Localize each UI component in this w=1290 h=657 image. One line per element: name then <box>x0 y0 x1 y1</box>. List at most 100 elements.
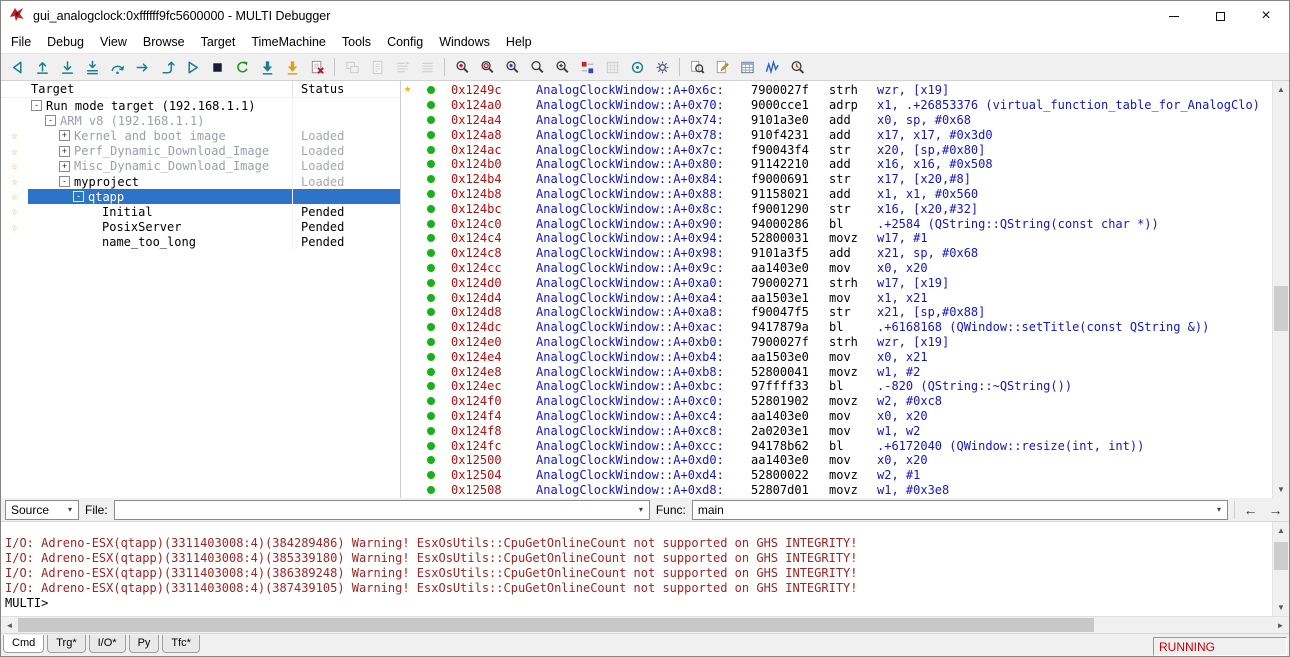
tree-node[interactable]: + Kernel and boot image <box>28 128 292 143</box>
timemachine-search-icon[interactable] <box>785 56 809 79</box>
breakpoint-gutter[interactable] <box>411 456 451 464</box>
instruction-dot-icon[interactable] <box>427 101 435 109</box>
disassembly-row[interactable]: 0x124bc AnalogClockWindow::A+0x8c: f9001… <box>411 201 1272 216</box>
breakpoint-gutter[interactable] <box>411 382 451 390</box>
breakpoint-gutter[interactable] <box>411 249 451 257</box>
breakpoints-icon[interactable] <box>575 56 599 79</box>
view-calls-icon[interactable] <box>500 56 524 79</box>
target-tree-row[interactable]: ☆ + Kernel and boot image Loaded <box>1 128 400 143</box>
target-column-header[interactable]: Target <box>28 82 292 96</box>
scroll-up-icon[interactable]: ▲ <box>1273 522 1289 539</box>
breakpoint-gutter[interactable] <box>411 279 451 287</box>
editor-icon[interactable] <box>365 56 389 79</box>
disassembly-scrollbar[interactable]: ▲ ▼ <box>1272 81 1289 498</box>
menu-item[interactable]: Help <box>498 33 540 51</box>
source-mode-select[interactable]: Source ▾ <box>5 500 79 520</box>
disassembly-row[interactable]: 0x124c0 AnalogClockWindow::A+0x90: 94000… <box>411 216 1272 231</box>
instruction-dot-icon[interactable] <box>427 353 435 361</box>
signal-trace-icon[interactable] <box>760 56 784 79</box>
target-tree-row[interactable]: ☆ - qtapp <box>1 189 400 204</box>
instruction-dot-icon[interactable] <box>427 323 435 331</box>
breakpoint-gutter[interactable] <box>411 175 451 183</box>
console-tab[interactable]: Py <box>129 635 160 653</box>
console-tab[interactable]: Cmd <box>3 635 44 653</box>
instruction-dot-icon[interactable] <box>427 338 435 346</box>
disassembly-row[interactable]: 0x124ec AnalogClockWindow::A+0xbc: 97fff… <box>411 379 1272 394</box>
disassembly-row[interactable]: 0x1249c AnalogClockWindow::A+0x6c: 79000… <box>411 83 1272 98</box>
halt-icon[interactable] <box>205 56 229 79</box>
menu-item[interactable]: View <box>92 33 135 51</box>
breakpoint-gutter[interactable] <box>411 220 451 228</box>
view-source-icon[interactable] <box>450 56 474 79</box>
disassembly-row[interactable]: 0x124f4 AnalogClockWindow::A+0xc4: aa140… <box>411 409 1272 424</box>
restart-icon[interactable] <box>230 56 254 79</box>
breakpoint-gutter[interactable] <box>411 116 451 124</box>
disassembly-row[interactable]: 0x124a4 AnalogClockWindow::A+0x74: 9101a… <box>411 113 1272 128</box>
bookmark-star-icon[interactable]: ☆ <box>1 222 28 233</box>
data-window-icon[interactable] <box>415 56 439 79</box>
minimize-button[interactable] <box>1151 1 1197 31</box>
instruction-dot-icon[interactable] <box>427 442 435 450</box>
instruction-dot-icon[interactable] <box>427 486 435 494</box>
search-docs-icon[interactable] <box>685 56 709 79</box>
horizontal-scrollbar[interactable]: ◄ ► <box>1 616 1289 633</box>
disassembly-row[interactable]: 0x12504 AnalogClockWindow::A+0xd4: 52800… <box>411 468 1272 483</box>
target-tree-row[interactable]: ☆ + Perf_Dynamic_Download_Image Loaded <box>1 144 400 159</box>
view-memory-icon[interactable] <box>525 56 549 79</box>
instruction-dot-icon[interactable] <box>427 175 435 183</box>
menu-item[interactable]: File <box>3 33 39 51</box>
instruction-dot-icon[interactable] <box>427 220 435 228</box>
scroll-left-icon[interactable]: ◄ <box>1 617 18 634</box>
breakpoint-gutter[interactable] <box>411 368 451 376</box>
disassembly-row[interactable]: 0x12508 AnalogClockWindow::A+0xd8: 52807… <box>411 483 1272 498</box>
breakpoint-gutter[interactable] <box>411 308 451 316</box>
edit-file-icon[interactable] <box>710 56 734 79</box>
menu-item[interactable]: Debug <box>39 33 92 51</box>
breakpoint-gutter[interactable] <box>411 131 451 139</box>
tree-node[interactable]: + Misc_Dynamic_Download_Image <box>28 159 292 174</box>
breakpoint-gutter[interactable] <box>411 205 451 213</box>
menu-item[interactable]: Target <box>193 33 244 51</box>
breakpoint-gutter[interactable] <box>411 427 451 435</box>
disassembly-row[interactable]: 0x124f8 AnalogClockWindow::A+0xc8: 2a020… <box>411 423 1272 438</box>
disassembly-row[interactable]: 0x124b4 AnalogClockWindow::A+0x84: f9000… <box>411 172 1272 187</box>
breakpoint-gutter[interactable] <box>411 86 451 94</box>
disassembly-row[interactable]: 0x124cc AnalogClockWindow::A+0x9c: aa140… <box>411 261 1272 276</box>
instruction-dot-icon[interactable] <box>427 382 435 390</box>
instruction-window-icon[interactable] <box>390 56 414 79</box>
bookmark-star-icon[interactable]: ☆ <box>1 206 28 217</box>
instruction-dot-icon[interactable] <box>427 427 435 435</box>
breakpoint-gutter[interactable] <box>411 234 451 242</box>
menu-item[interactable]: Tools <box>334 33 379 51</box>
tree-expander-icon[interactable]: - <box>31 100 42 111</box>
maximize-button[interactable] <box>1197 1 1243 31</box>
tree-expander-icon[interactable]: - <box>59 176 70 187</box>
scrollbar-thumb[interactable] <box>1274 542 1288 570</box>
reload-program-icon[interactable] <box>280 56 304 79</box>
breakpoint-gutter[interactable] <box>411 412 451 420</box>
tree-expander-icon[interactable]: - <box>73 191 84 202</box>
disassembly-row[interactable]: 0x124b8 AnalogClockWindow::A+0x88: 91158… <box>411 187 1272 202</box>
menu-item[interactable]: Config <box>379 33 431 51</box>
step-asm-icon[interactable] <box>80 56 104 79</box>
instruction-dot-icon[interactable] <box>427 249 435 257</box>
instruction-dot-icon[interactable] <box>427 412 435 420</box>
menu-item[interactable]: Browse <box>135 33 193 51</box>
instruction-dot-icon[interactable] <box>427 116 435 124</box>
scroll-down-icon[interactable]: ▼ <box>1273 481 1289 498</box>
tree-node[interactable]: - qtapp <box>28 189 292 204</box>
instruction-dot-icon[interactable] <box>427 264 435 272</box>
instruction-dot-icon[interactable] <box>427 471 435 479</box>
instruction-dot-icon[interactable] <box>427 160 435 168</box>
target-tree-row[interactable]: ☆ Initial Pended <box>1 204 400 219</box>
target-tree-row[interactable]: ☆ - myproject Loaded <box>1 174 400 189</box>
disassembly-row[interactable]: 0x124a8 AnalogClockWindow::A+0x78: 910f4… <box>411 127 1272 142</box>
instruction-dot-icon[interactable] <box>427 190 435 198</box>
disassembly-row[interactable]: 0x124e0 AnalogClockWindow::A+0xb0: 79000… <box>411 335 1272 350</box>
scroll-down-icon[interactable]: ▼ <box>1273 599 1289 616</box>
bookmark-star-icon[interactable]: ☆ <box>1 146 28 157</box>
breakpoint-gutter[interactable] <box>411 338 451 346</box>
tree-node[interactable]: - ARM v8 (192.168.1.1) <box>28 113 292 128</box>
scrollbar-thumb[interactable] <box>18 618 1094 632</box>
target-tree-row[interactable]: name_too_long Pended <box>1 235 400 250</box>
